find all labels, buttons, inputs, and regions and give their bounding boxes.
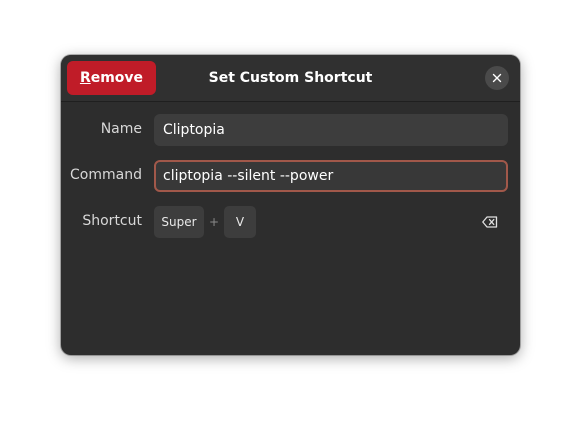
command-field[interactable]: cliptopia --silent --power: [154, 160, 508, 192]
clear-shortcut-button[interactable]: [479, 212, 501, 232]
remove-button[interactable]: Remove: [67, 61, 156, 95]
shortcut-label: Shortcut: [82, 213, 142, 229]
shortcut-key-v[interactable]: V: [224, 206, 256, 238]
remove-button-mnemonic: R: [79, 70, 91, 86]
backspace-icon: [482, 216, 498, 228]
close-button[interactable]: [485, 66, 509, 90]
name-field[interactable]: Cliptopia: [154, 114, 508, 146]
header-bar: Remove Set Custom Shortcut: [61, 55, 520, 102]
custom-shortcut-dialog: Remove Set Custom Shortcut Name Cliptopi…: [61, 55, 520, 355]
close-icon: [492, 73, 502, 83]
shortcut-plus-separator: +: [208, 215, 220, 229]
shortcut-key-super[interactable]: Super: [154, 206, 204, 238]
remove-button-label: emove: [90, 70, 144, 86]
name-label: Name: [100, 121, 142, 137]
command-label: Command: [70, 167, 142, 183]
